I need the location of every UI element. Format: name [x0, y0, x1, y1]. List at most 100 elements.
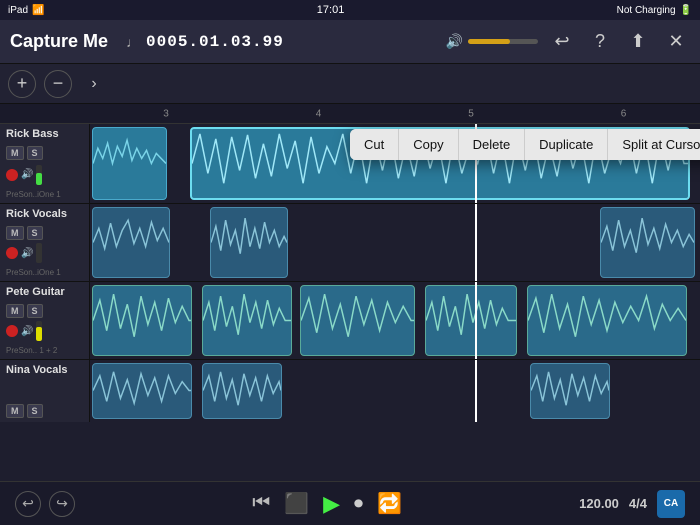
- track-name-nina-vocals: Nina Vocals: [6, 364, 83, 376]
- transport-bar: ↩ ↪ ⏮ ⬛ ▶ ⏺ 🔁 120.00 4/4 CA: [0, 481, 700, 525]
- device-label-rick-bass: PreSon..iOne 1: [6, 190, 83, 199]
- arrange-toolbar: + − ›: [0, 64, 700, 104]
- record-btn-pete-guitar[interactable]: [6, 325, 18, 337]
- header: Capture Me ♩ 0005.01.03.99 🔊 ↩ ? ⬆ ✕: [0, 20, 700, 64]
- mute-btn-pete-guitar[interactable]: M: [6, 304, 24, 318]
- ctx-duplicate[interactable]: Duplicate: [525, 129, 608, 160]
- track-content-rick-bass[interactable]: Cut Copy Delete Duplicate Split at Curso…: [90, 124, 700, 203]
- expand-button[interactable]: ›: [80, 70, 108, 98]
- track-buttons-rick-bass: M S: [6, 146, 83, 160]
- mute-btn-nina-vocals[interactable]: M: [6, 404, 24, 418]
- track-buttons-pete-guitar: M S: [6, 304, 83, 318]
- close-btn[interactable]: ✕: [662, 28, 690, 56]
- ctx-copy[interactable]: Copy: [399, 129, 458, 160]
- app-logo-icon: CA: [657, 490, 685, 518]
- clip-pete-guitar-4[interactable]: [425, 285, 517, 356]
- track-header-rick-vocals: Rick Vocals M S 🔊 PreSon..iOne 1: [0, 204, 90, 281]
- loop-btn[interactable]: ↩: [548, 28, 576, 56]
- speaker-icon-rick-bass: 🔊: [21, 169, 33, 180]
- mute-btn-rick-bass[interactable]: M: [6, 146, 24, 160]
- header-controls: 🔊 ↩ ? ⬆ ✕: [446, 28, 690, 56]
- track-row-pete-guitar: Pete Guitar M S 🔊 PreSon.. 1 + 2: [0, 282, 700, 360]
- track-name-rick-vocals: Rick Vocals: [6, 208, 83, 220]
- help-btn[interactable]: ?: [586, 28, 614, 56]
- monitor-rick-vocals: 🔊: [21, 248, 33, 259]
- clip-rick-bass-1[interactable]: [92, 127, 167, 200]
- share-btn[interactable]: ⬆: [624, 28, 652, 56]
- volume-bar[interactable]: [468, 39, 538, 44]
- undo-button[interactable]: ↩: [15, 491, 41, 517]
- timeline-ruler: 3 4 5 6: [0, 104, 700, 124]
- battery-icon: 🔋: [680, 5, 692, 16]
- bpm-display: 120.00: [579, 496, 619, 511]
- clip-rick-vocals-3[interactable]: [600, 207, 695, 278]
- track-content-pete-guitar[interactable]: [90, 282, 700, 359]
- record-btn-rick-vocals[interactable]: [6, 247, 18, 259]
- wifi-icon: 📶: [32, 5, 44, 16]
- status-right: Not Charging 🔋: [617, 5, 692, 16]
- solo-btn-pete-guitar[interactable]: S: [27, 304, 43, 318]
- play-button[interactable]: ▶: [323, 491, 340, 517]
- app-title: Capture Me: [10, 31, 108, 52]
- level-meter-pete-guitar: [36, 321, 42, 341]
- clip-pete-guitar-1[interactable]: [92, 285, 192, 356]
- transport-center: ⏮ ⬛ ▶ ⏺ 🔁: [252, 491, 402, 517]
- track-bottom-rick-vocals: 🔊: [6, 243, 83, 263]
- track-content-nina-vocals[interactable]: [90, 360, 700, 422]
- record-button[interactable]: ⏺: [354, 493, 363, 514]
- transport-right: 120.00 4/4 CA: [579, 490, 685, 518]
- record-btn-rick-bass[interactable]: [6, 169, 18, 181]
- time-sig-display: 4/4: [629, 496, 647, 511]
- track-content-rick-vocals[interactable]: [90, 204, 700, 281]
- clip-nina-vocals-3[interactable]: [530, 363, 610, 419]
- status-left: iPad 📶: [8, 5, 44, 16]
- solo-btn-nina-vocals[interactable]: S: [27, 404, 43, 418]
- volume-area: 🔊: [446, 33, 538, 50]
- stop-button[interactable]: ⬛: [284, 491, 309, 516]
- device-label-pete-guitar: PreSon.. 1 + 2: [6, 346, 83, 355]
- status-bar: iPad 📶 17:01 Not Charging 🔋: [0, 0, 700, 20]
- clip-pete-guitar-2[interactable]: [202, 285, 292, 356]
- clip-rick-vocals-2[interactable]: [210, 207, 288, 278]
- track-header-nina-vocals: Nina Vocals M S: [0, 360, 90, 422]
- track-name-rick-bass: Rick Bass: [6, 128, 83, 140]
- zoom-out-button[interactable]: −: [44, 70, 72, 98]
- level-fill-pete-guitar: [36, 327, 42, 341]
- volume-fill: [468, 39, 510, 44]
- ctx-split-at-cursor[interactable]: Split at Cursor: [608, 129, 700, 160]
- ruler-mark-3: 3: [163, 108, 169, 119]
- level-meter-rick-vocals: [36, 243, 42, 263]
- ipad-label: iPad: [8, 5, 28, 16]
- clip-rick-vocals-1[interactable]: [92, 207, 170, 278]
- playhead-vocals: [475, 204, 477, 281]
- redo-button[interactable]: ↪: [49, 491, 75, 517]
- ruler-mark-4: 4: [316, 108, 322, 119]
- rewind-button[interactable]: ⏮: [252, 492, 270, 515]
- track-header-pete-guitar: Pete Guitar M S 🔊 PreSon.. 1 + 2: [0, 282, 90, 359]
- ruler-mark-5: 5: [468, 108, 474, 119]
- status-time: 17:01: [317, 4, 345, 16]
- level-meter-rick-bass: [36, 165, 42, 185]
- clip-pete-guitar-3[interactable]: [300, 285, 415, 356]
- mute-btn-rick-vocals[interactable]: M: [6, 226, 24, 240]
- clip-nina-vocals-1[interactable]: [92, 363, 192, 419]
- clip-pete-guitar-5[interactable]: [527, 285, 687, 356]
- ctx-delete[interactable]: Delete: [459, 129, 526, 160]
- playhead-nina: [475, 360, 477, 422]
- battery-text: Not Charging: [617, 5, 676, 16]
- track-row-nina-vocals: Nina Vocals M S: [0, 360, 700, 422]
- solo-btn-rick-bass[interactable]: S: [27, 146, 43, 160]
- volume-icon: 🔊: [446, 33, 463, 50]
- ruler-header-spacer: [0, 104, 90, 123]
- track-bottom-pete-guitar: 🔊: [6, 321, 83, 341]
- zoom-in-button[interactable]: +: [8, 70, 36, 98]
- solo-btn-rick-vocals[interactable]: S: [27, 226, 43, 240]
- device-label-rick-vocals: PreSon..iOne 1: [6, 268, 83, 277]
- timecode-display: 0005.01.03.99: [146, 33, 284, 51]
- loop-button[interactable]: 🔁: [377, 491, 402, 516]
- track-row-rick-bass: Rick Bass M S 🔊 PreSon..iOne 1: [0, 124, 700, 204]
- monitor-pete-guitar: 🔊: [21, 326, 33, 337]
- ctx-cut[interactable]: Cut: [350, 129, 399, 160]
- clip-nina-vocals-2[interactable]: [202, 363, 282, 419]
- ruler-mark-6: 6: [621, 108, 627, 119]
